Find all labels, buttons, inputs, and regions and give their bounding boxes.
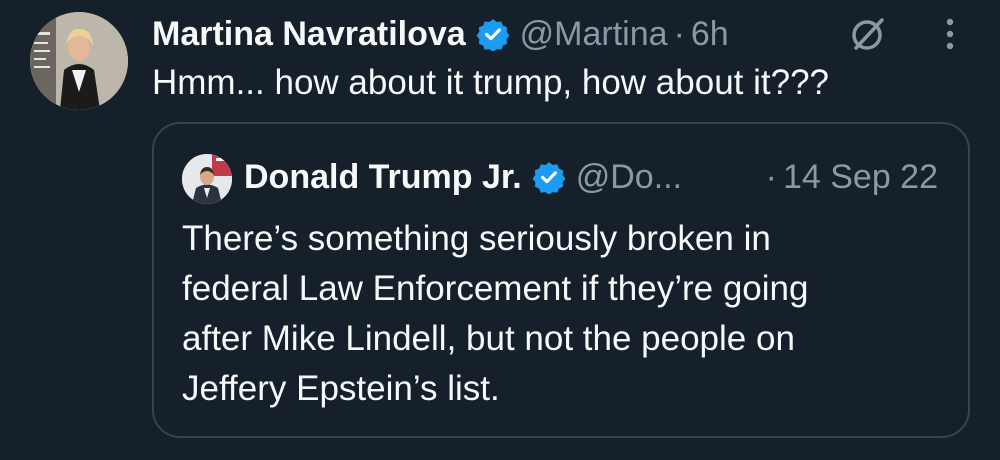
quoted-header-separator: · [765, 157, 777, 196]
tweet-timestamp[interactable]: 6h [691, 15, 729, 54]
author-name[interactable]: Martina Navratilova [152, 15, 466, 54]
quoted-tweet-text: There’s something seriously broken in fe… [182, 214, 942, 414]
tweet-header: Martina Navratilova @Martina · 6h [152, 12, 729, 56]
quoted-text-line: Jeffery Epstein’s list. [182, 369, 500, 408]
quoted-text-line: after Mike Lindell, but not the people o… [182, 319, 795, 358]
verified-badge-icon[interactable] [476, 17, 510, 52]
header-separator: · [673, 14, 685, 53]
grok-icon[interactable] [848, 14, 888, 54]
quoted-tweet-date[interactable]: 14 Sep 22 [783, 158, 938, 197]
quoted-author-handle[interactable]: @Do... [576, 158, 682, 197]
tweet[interactable]: Martina Navratilova @Martina · 6h Hmm...… [0, 0, 1000, 460]
author-avatar[interactable] [30, 12, 128, 110]
quoted-verified-badge-icon[interactable] [532, 160, 566, 195]
quoted-author-avatar[interactable] [182, 154, 232, 204]
quoted-tweet-card[interactable]: Donald Trump Jr. @Do... · 14 Sep 22 Ther… [152, 122, 970, 438]
quoted-text-line: There’s something seriously broken in [182, 219, 771, 258]
author-handle[interactable]: @Martina [520, 15, 668, 54]
more-options-icon[interactable] [938, 16, 962, 52]
quoted-author-name[interactable]: Donald Trump Jr. [244, 158, 522, 197]
quoted-text-line: federal Law Enforcement if they’re going [182, 269, 809, 308]
quoted-tweet-header: Donald Trump Jr. @Do... · 14 Sep 22 [244, 154, 938, 200]
tweet-text: Hmm... how about it trump, how about it?… [152, 63, 829, 102]
